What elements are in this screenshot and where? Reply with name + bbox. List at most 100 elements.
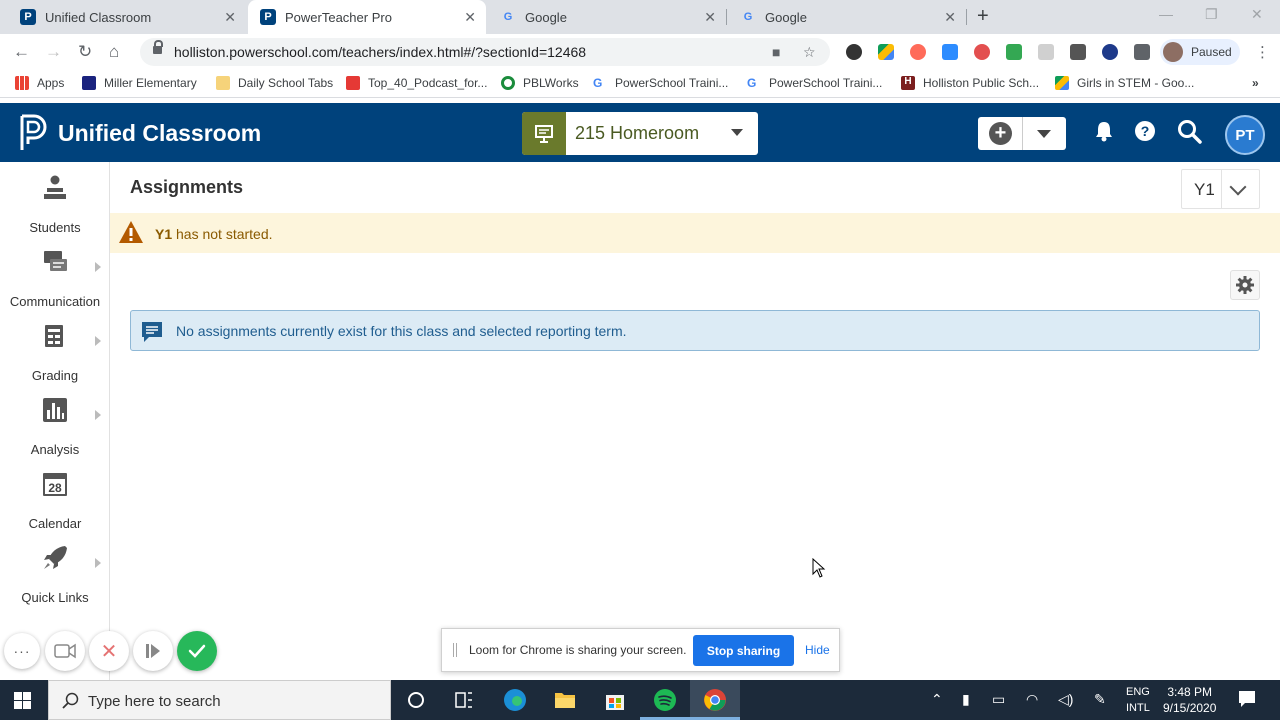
bookmark-powerschool-training-2[interactable]: G PowerSchool Traini... [747, 76, 882, 90]
close-window-icon[interactable]: ✕ [1251, 6, 1263, 23]
hide-button[interactable]: Hide [805, 643, 830, 657]
loom-camera-button[interactable] [45, 631, 85, 671]
extension-zoom-icon[interactable] [942, 44, 958, 60]
taskbar-search[interactable]: Type here to search [48, 680, 391, 720]
user-avatar[interactable]: PT [1225, 115, 1265, 155]
address-bar[interactable]: holliston.powerschool.com/teachers/index… [140, 38, 830, 66]
class-selector[interactable]: 215 Homeroom [522, 112, 758, 155]
bookmark-holliston-public-schools[interactable]: H Holliston Public Sch... [901, 76, 1039, 90]
chevron-down-icon [731, 129, 743, 136]
microphone-icon[interactable]: ▮ [962, 691, 970, 708]
close-tab-icon[interactable]: ✕ [704, 9, 716, 26]
browser-tab-unified-classroom[interactable]: P Unified Classroom ✕ [8, 0, 246, 34]
help-icon[interactable]: ? [1134, 120, 1156, 142]
loom-finish-button[interactable] [177, 631, 217, 671]
spotify-icon[interactable] [653, 688, 677, 712]
volume-icon[interactable]: ◁) [1058, 691, 1073, 708]
stop-sharing-button[interactable]: Stop sharing [693, 635, 794, 666]
profile-button[interactable]: Paused [1160, 39, 1240, 65]
notification-icon[interactable] [1238, 690, 1256, 708]
sidebar-item-students[interactable]: Students [0, 174, 110, 244]
minimize-icon[interactable]: — [1159, 6, 1173, 22]
browser-toolbar: ← → ↻ ⌂ holliston.powerschool.com/teache… [0, 34, 1280, 70]
sidebar-item-communication[interactable]: Communication [0, 248, 110, 318]
forward-icon[interactable]: → [45, 42, 62, 62]
restore-icon[interactable]: ❐ [1205, 6, 1218, 23]
cortana-icon[interactable] [404, 688, 428, 712]
settings-button[interactable] [1230, 270, 1260, 300]
language-indicator[interactable]: ENG INTL [1126, 684, 1150, 716]
show-hidden-icons-icon[interactable]: ⌃ [931, 691, 943, 708]
extension-classroom-icon[interactable] [1006, 44, 1022, 60]
back-icon[interactable]: ← [13, 42, 30, 62]
search-placeholder: Type here to search [88, 693, 221, 710]
bookmark-girls-in-stem[interactable]: Girls in STEM - Goo... [1055, 76, 1194, 90]
reload-icon[interactable]: ↻ [78, 42, 92, 62]
search-icon [62, 692, 79, 709]
home-icon[interactable]: ⌂ [109, 42, 119, 62]
camera-icon[interactable]: ■ [772, 44, 780, 60]
folder-icon [216, 76, 230, 90]
sidebar-item-calendar[interactable]: 28 Calendar [0, 470, 110, 540]
term-value: Y1 [1194, 180, 1215, 199]
circle-icon [501, 76, 515, 90]
powerschool-logo-icon[interactable] [20, 114, 48, 152]
extension-grid-icon[interactable] [1070, 44, 1086, 60]
profile-avatar [1163, 42, 1183, 62]
term-selector[interactable]: Y1 [1181, 169, 1260, 209]
sidebar-item-quick-links[interactable]: Quick Links [0, 544, 110, 614]
app-title[interactable]: Unified Classroom [58, 120, 261, 147]
close-tab-icon[interactable]: ✕ [224, 9, 236, 26]
sidebar-item-grading[interactable]: Grading [0, 322, 110, 392]
submenu-arrow-icon [95, 336, 101, 346]
loom-pause-button[interactable] [133, 631, 173, 671]
drag-handle-icon[interactable] [453, 643, 457, 657]
extension-ninja-icon[interactable] [846, 44, 862, 60]
edge-icon[interactable] [503, 688, 527, 712]
bookmark-daily-school-tabs[interactable]: Daily School Tabs [216, 76, 333, 90]
file-explorer-icon[interactable] [553, 688, 577, 712]
extension-kami-icon[interactable] [1102, 44, 1118, 60]
extension-screencastify-icon[interactable] [974, 44, 990, 60]
new-tab-icon[interactable]: + [977, 5, 989, 28]
add-menu-button[interactable]: + [978, 117, 1066, 150]
wifi-icon[interactable]: ◠ [1026, 691, 1038, 708]
url-text: holliston.powerschool.com/teachers/index… [174, 44, 587, 60]
windows-start-icon[interactable] [14, 692, 31, 709]
browser-tab-google-1[interactable]: G Google ✕ [488, 0, 726, 34]
extension-drive-icon[interactable] [878, 44, 894, 60]
lock-icon [153, 40, 163, 55]
chrome-menu-icon[interactable]: ⋮ [1255, 43, 1270, 61]
browser-tab-google-2[interactable]: G Google ✕ [728, 0, 966, 34]
task-view-icon[interactable] [452, 688, 476, 712]
system-clock[interactable]: 3:48 PM 9/15/2020 [1163, 684, 1216, 716]
bookmark-apps[interactable]: Apps [15, 76, 64, 90]
bookmark-miller-elementary[interactable]: Miller Elementary [82, 76, 197, 90]
loom-more-button[interactable]: ··· [4, 633, 40, 669]
battery-icon[interactable]: ▭ [992, 691, 1005, 708]
extensions-puzzle-icon[interactable] [1134, 44, 1150, 60]
chrome-icon[interactable] [703, 688, 727, 712]
browser-tab-powerteacher-pro[interactable]: P PowerTeacher Pro ✕ [248, 0, 486, 34]
search-icon[interactable] [1177, 119, 1203, 145]
pen-icon[interactable]: ✎ [1094, 691, 1106, 708]
add-circle-icon[interactable]: + [989, 122, 1012, 145]
divider [1221, 170, 1222, 208]
sidebar-item-analysis[interactable]: Analysis [0, 396, 110, 466]
bookmark-label: PowerSchool Traini... [615, 76, 729, 90]
powerschool-favicon-icon: P [20, 9, 36, 25]
tab-title: PowerTeacher Pro [285, 9, 392, 25]
microsoft-store-icon[interactable] [603, 688, 627, 712]
extension-tab-icon[interactable] [1038, 44, 1054, 60]
more-bookmarks-icon[interactable]: » [1252, 76, 1259, 90]
extension-loom-icon[interactable] [910, 44, 926, 60]
close-tab-icon[interactable]: ✕ [944, 9, 956, 26]
bell-icon[interactable] [1094, 120, 1114, 142]
chevron-down-icon[interactable] [1037, 130, 1051, 138]
loom-cancel-button[interactable]: ✕ [89, 631, 129, 671]
bookmark-pblworks[interactable]: PBLWorks [501, 76, 579, 90]
bookmark-powerschool-training-1[interactable]: G PowerSchool Traini... [593, 76, 728, 90]
bookmark-podcast[interactable]: Top_40_Podcast_for... [346, 76, 487, 90]
bookmark-star-icon[interactable]: ☆ [803, 44, 816, 61]
close-tab-icon[interactable]: ✕ [464, 9, 476, 26]
